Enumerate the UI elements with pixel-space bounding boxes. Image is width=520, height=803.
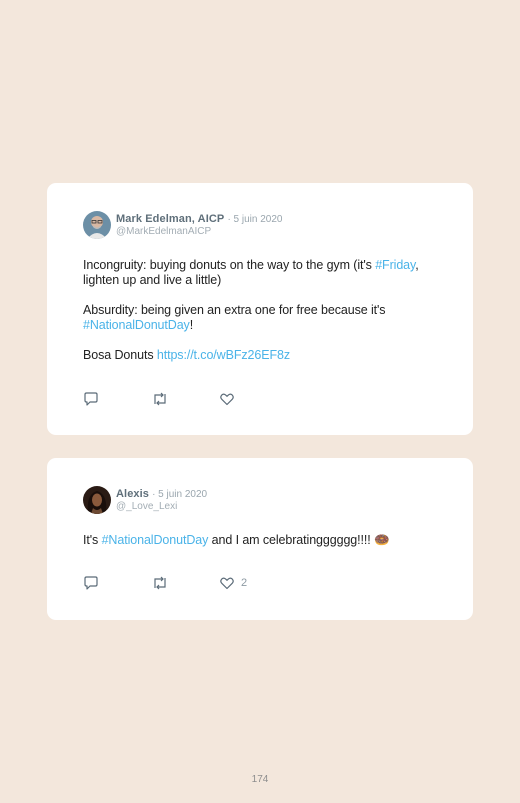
- text-segment: Incongruity: buying donuts on the way to…: [83, 258, 376, 272]
- tweet-actions: [83, 391, 287, 407]
- hashtag-link[interactable]: #Friday: [375, 258, 415, 272]
- text-segment: It's: [83, 533, 102, 547]
- retweet-icon: [154, 576, 166, 590]
- page-number: 174: [251, 774, 269, 785]
- like-count: 2: [241, 577, 248, 589]
- tweet-paragraph: Incongruity: buying donuts on the way to…: [83, 258, 433, 288]
- author-handle[interactable]: @_Love_Lexi: [116, 501, 207, 513]
- tweet-card: Alexis · 5 juin 2020 @_Love_Lexi It's #N…: [47, 458, 473, 620]
- tweet-card: Mark Edelman, AICP · 5 juin 2020 @MarkEd…: [47, 183, 473, 435]
- page: Mark Edelman, AICP · 5 juin 2020 @MarkEd…: [0, 0, 520, 803]
- avatar[interactable]: [83, 211, 111, 239]
- reply-icon: [84, 576, 98, 590]
- tweet-meta: Alexis · 5 juin 2020 @_Love_Lexi: [116, 488, 207, 513]
- reply-icon: [84, 392, 98, 406]
- tweet-header: Alexis · 5 juin 2020 @_Love_Lexi: [83, 486, 207, 514]
- donut-emoji: 🍩: [374, 533, 390, 547]
- retweet-icon: [154, 392, 166, 406]
- tweet-meta: Mark Edelman, AICP · 5 juin 2020 @MarkEd…: [116, 213, 282, 238]
- tweet-date[interactable]: · 5 juin 2020: [227, 214, 282, 225]
- text-segment: and I am celebratingggggg!!!!: [208, 533, 375, 547]
- retweet-button[interactable]: [151, 575, 219, 591]
- heart-icon: [220, 577, 234, 590]
- url-link[interactable]: https://t.co/wBFz26EF8z: [157, 348, 290, 362]
- avatar[interactable]: [83, 486, 111, 514]
- reply-button[interactable]: [83, 391, 151, 407]
- tweet-date[interactable]: · 5 juin 2020: [152, 489, 207, 500]
- text-segment: Bosa Donuts: [83, 348, 157, 362]
- text-segment: Absurdity: being given an extra one for …: [83, 303, 386, 317]
- tweet-actions: 2: [83, 575, 287, 591]
- retweet-button[interactable]: [151, 391, 219, 407]
- reply-button[interactable]: [83, 575, 151, 591]
- tweet-text: It's #NationalDonutDay and I am celebrat…: [83, 533, 433, 563]
- tweet-paragraph: Absurdity: being given an extra one for …: [83, 303, 433, 333]
- like-button[interactable]: [219, 391, 287, 407]
- tweet-header: Mark Edelman, AICP · 5 juin 2020 @MarkEd…: [83, 211, 282, 239]
- heart-icon: [220, 393, 234, 406]
- author-handle[interactable]: @MarkEdelmanAICP: [116, 226, 282, 238]
- text-segment: !: [189, 318, 194, 332]
- author-name[interactable]: Alexis: [116, 488, 149, 500]
- tweet-text: Incongruity: buying donuts on the way to…: [83, 258, 433, 378]
- hashtag-link[interactable]: #NationalDonutDay: [102, 533, 209, 547]
- hashtag-link[interactable]: #NationalDonutDay: [83, 318, 190, 332]
- tweet-paragraph: Bosa Donuts https://t.co/wBFz26EF8z: [83, 348, 433, 363]
- author-name[interactable]: Mark Edelman, AICP: [116, 213, 224, 225]
- tweet-paragraph: It's #NationalDonutDay and I am celebrat…: [83, 533, 433, 548]
- like-button[interactable]: 2: [219, 575, 287, 591]
